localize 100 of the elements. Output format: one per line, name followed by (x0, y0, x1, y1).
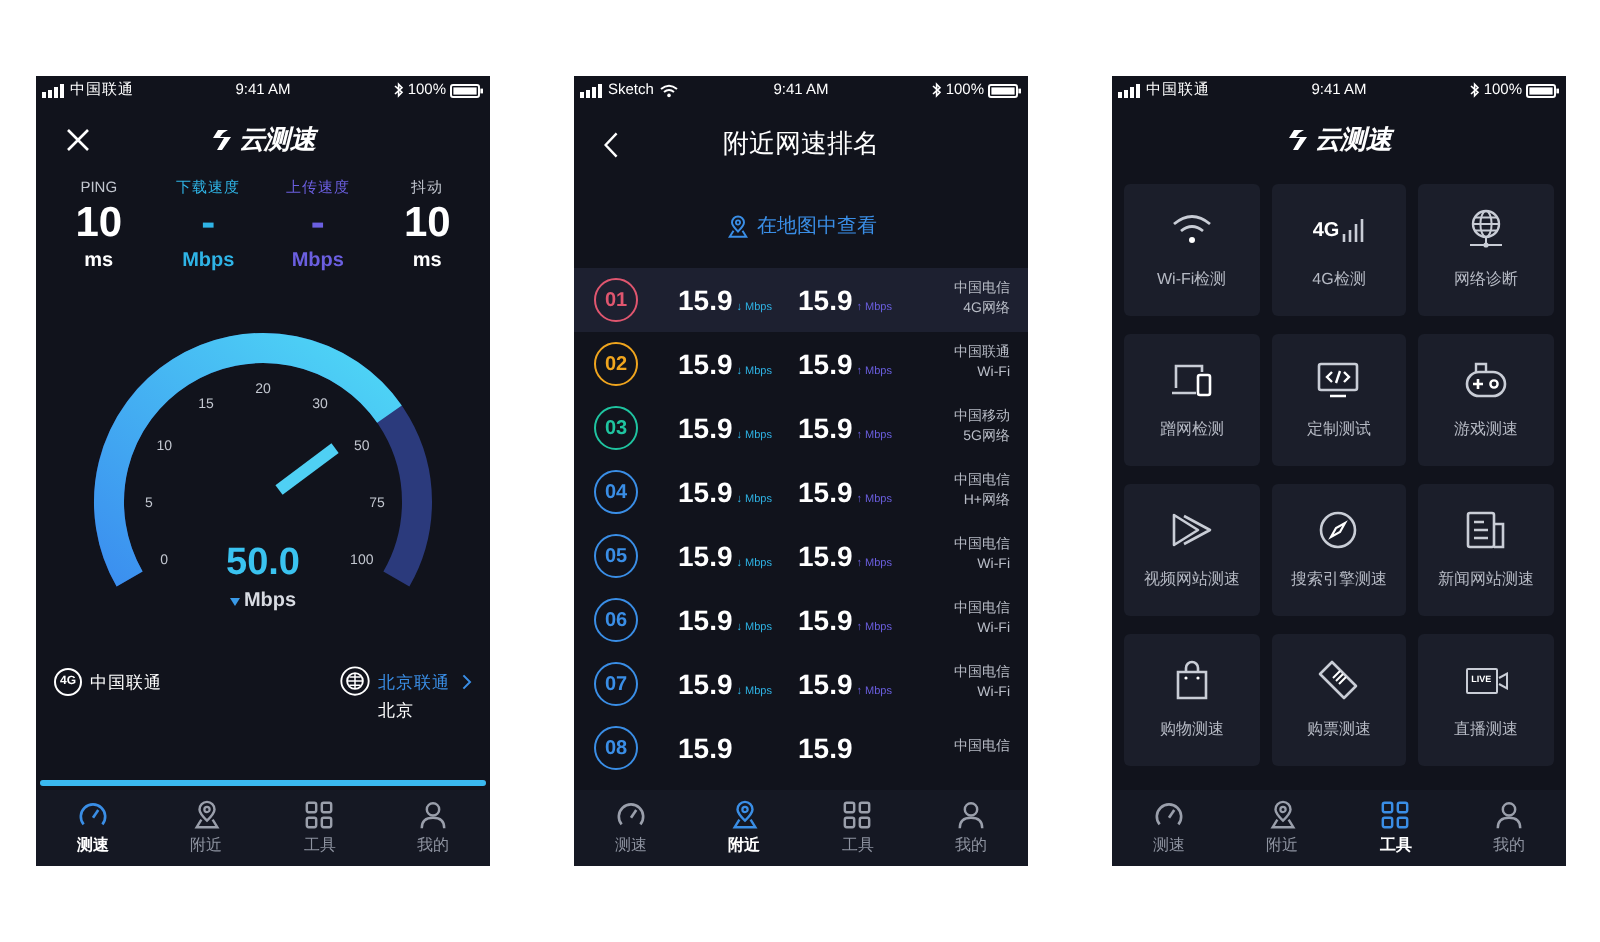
shopping-bag-icon (1171, 660, 1212, 700)
stat-unit: ms (84, 248, 114, 276)
tab[interactable]: 工具 (263, 790, 377, 866)
tool-label: 搜索引擎测速 (1290, 568, 1387, 592)
laptop-phone-icon (1169, 362, 1214, 398)
tab[interactable]: 测速 (1112, 790, 1226, 866)
tool-tile[interactable]: Wi-Fi检测 (1124, 184, 1260, 316)
battery-icon (1526, 83, 1560, 97)
tool-label: 网络诊断 (1454, 268, 1519, 292)
bluetooth-icon (1469, 82, 1480, 98)
download-speed: 15.9 (678, 281, 733, 319)
download-speed: 15.9 (678, 665, 733, 703)
tool-label: 直播测速 (1454, 718, 1519, 742)
tool-label: 购物测速 (1159, 718, 1224, 742)
tab[interactable]: 附近 (1225, 790, 1339, 866)
download-speed: 15.9 (678, 473, 733, 511)
rank-badge: 07 (594, 662, 638, 706)
battery-icon (450, 83, 484, 97)
location-pin-icon (725, 213, 749, 239)
server-link[interactable]: 北京联通 (378, 669, 450, 695)
tool-tile[interactable]: 视频网站测速 (1124, 484, 1260, 616)
tab[interactable]: 附近 (687, 790, 801, 866)
bluetooth-icon (393, 82, 404, 98)
tool-label: 视频网站测速 (1143, 568, 1240, 592)
tool-label: 4G检测 (1312, 268, 1366, 292)
rank-badge: 08 (594, 726, 638, 770)
speedometer-icon (1153, 799, 1184, 829)
speedometer-icon (77, 799, 108, 829)
app-logo: 云测速 (238, 122, 316, 159)
back-icon (603, 131, 617, 157)
tab[interactable]: 工具 (801, 790, 915, 866)
download-speed: 15.9 (678, 409, 733, 447)
person-icon (1494, 799, 1525, 829)
screen-title: 附近网速排名 (723, 126, 879, 163)
code-monitor-icon (1316, 362, 1361, 398)
download-speed: 15.9 (678, 729, 733, 767)
speedometer-icon (615, 799, 646, 829)
close-button[interactable] (64, 126, 92, 154)
bluetooth-icon (931, 82, 942, 98)
tab[interactable]: 附近 (149, 790, 263, 866)
upload-speed: 15.9 (798, 281, 853, 319)
signal-bars-icon (1341, 218, 1366, 242)
tool-tile[interactable]: 购票测速 (1271, 634, 1407, 766)
grid-icon (304, 799, 335, 829)
tab[interactable]: 我的 (1452, 790, 1566, 866)
chevron-right-icon (462, 674, 472, 690)
logo-icon (1286, 128, 1311, 152)
rank-badge: 01 (594, 278, 638, 322)
carrier-label: 中国联通 (90, 669, 162, 695)
back-button[interactable] (598, 130, 622, 158)
tool-label: 游戏测速 (1454, 418, 1519, 442)
tab[interactable]: 我的 (376, 790, 490, 866)
tab[interactable]: 我的 (914, 790, 1028, 866)
upload-speed: 15.9 (798, 665, 853, 703)
close-icon (66, 128, 90, 152)
stat-value: - (310, 200, 325, 248)
tool-tile[interactable]: 新闻网站测速 (1418, 484, 1554, 616)
tool-tile[interactable]: 游戏测速 (1418, 334, 1554, 466)
signal-icon (1118, 83, 1140, 97)
map-link[interactable]: 在地图中查看 (725, 211, 877, 241)
tool-tile[interactable]: 定制测试 (1271, 334, 1407, 466)
location-pin-icon (191, 799, 222, 829)
upload-speed: 15.9 (798, 729, 853, 767)
tool-tile[interactable]: 网络诊断 (1418, 184, 1554, 316)
tab[interactable]: 工具 (1339, 790, 1453, 866)
tool-label: 蹭网检测 (1159, 418, 1224, 442)
tool-tile[interactable]: 搜索引擎测速 (1271, 484, 1407, 616)
grid-icon (1380, 799, 1411, 829)
tool-label: 定制测试 (1306, 418, 1371, 442)
down-triangle-icon (229, 597, 240, 605)
network-type-label: 4G (1312, 222, 1340, 242)
upload-speed: 15.9 (798, 601, 853, 639)
stat-unit: Mbps (291, 248, 344, 276)
tool-tile[interactable]: 购物测速 (1124, 634, 1260, 766)
gamepad-icon (1464, 360, 1509, 400)
play-icon (1169, 512, 1214, 548)
tool-tile[interactable]: 蹭网检测 (1124, 334, 1260, 466)
stat-value: - (201, 200, 216, 248)
location-pin-icon (1267, 799, 1298, 829)
location-pin-icon (729, 799, 760, 829)
speed-reading: 50.0 (226, 542, 300, 586)
download-speed: 15.9 (678, 537, 733, 575)
app-logo: 云测速 (1314, 122, 1392, 159)
upload-speed: 15.9 (798, 409, 853, 447)
stat-unit: ms (412, 248, 442, 276)
stat-value: 10 (75, 200, 123, 248)
tool-label: 购票测速 (1306, 718, 1371, 742)
tab[interactable]: 测速 (574, 790, 688, 866)
rank-badge: 02 (594, 342, 638, 386)
rank-badge: 04 (594, 470, 638, 514)
tool-label: 新闻网站测速 (1438, 568, 1535, 592)
tool-tile[interactable]: 4G 4G检测 (1271, 184, 1407, 316)
signal-icon (580, 83, 602, 97)
stat-unit: Mbps (182, 248, 235, 276)
grid-icon (842, 799, 873, 829)
camera-lens-icon (1497, 671, 1508, 689)
speed-unit: Mbps (243, 588, 297, 616)
compass-icon (1318, 510, 1359, 550)
tab[interactable]: 测速 (36, 790, 150, 866)
newspaper-icon (1464, 510, 1509, 550)
